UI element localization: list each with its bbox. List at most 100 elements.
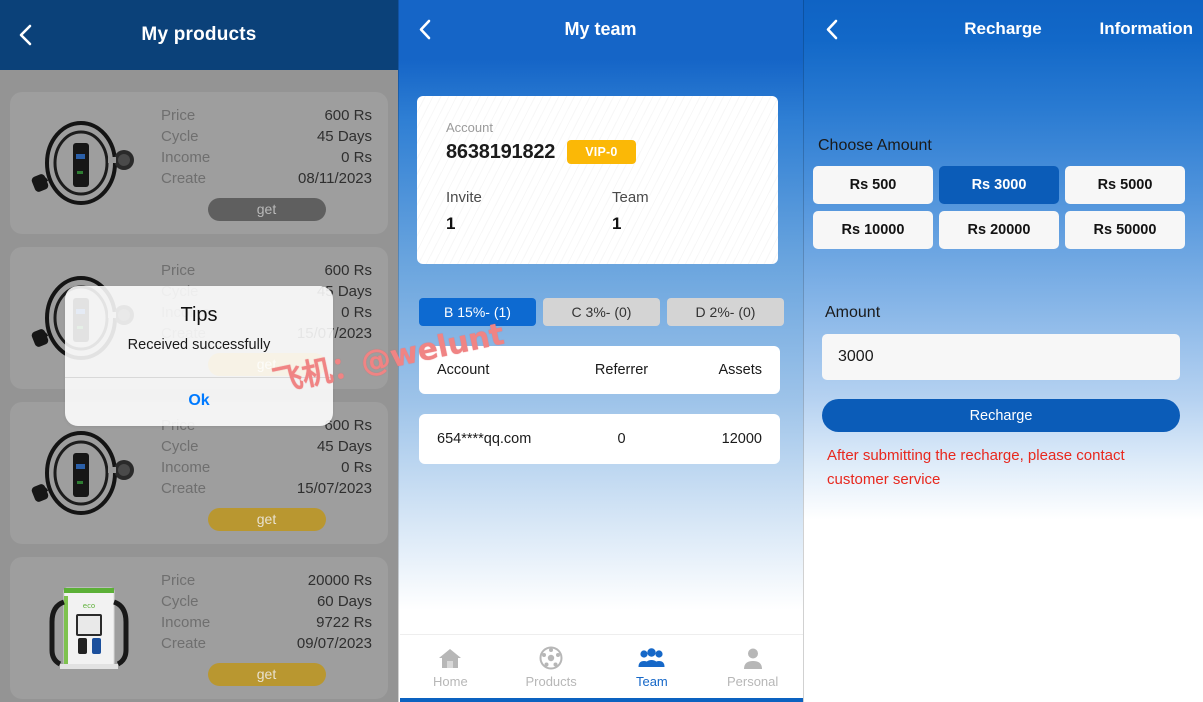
income-label: Income [161, 459, 211, 476]
create-value: 09/07/2023 [296, 635, 372, 652]
invite-stat: Invite 1 [446, 189, 612, 234]
price-value: 600 Rs [324, 262, 372, 279]
product-card[interactable]: eco Price 20000 Rs Cycle 60 Days Income [10, 557, 388, 699]
tab-personal[interactable]: Personal [702, 644, 803, 689]
recharge-button[interactable]: Recharge [822, 399, 1180, 432]
account-number: 8638191822 [446, 140, 556, 163]
cycle-label: Cycle [161, 593, 199, 610]
get-button[interactable]: get [207, 663, 326, 686]
amount-input[interactable] [822, 334, 1180, 380]
three-phone-screens: My products Price 600 Rs Cycle 45 Days I… [0, 0, 1203, 702]
dialog-message: Received successfully [127, 337, 271, 353]
amount-option-10000[interactable]: Rs 10000 [813, 211, 933, 249]
bottom-tabbar[interactable]: Home Products Team Personal [400, 634, 803, 702]
account-summary-card: Account 8638191822 VIP-0 Invite 1 Team 1 [417, 96, 778, 264]
column-header-account: Account [437, 362, 490, 378]
home-icon [400, 644, 501, 672]
recharge-warning-note: After submitting the recharge, please co… [827, 447, 1125, 488]
cell-referrer: 0 [617, 431, 626, 447]
account-label: Account [446, 120, 493, 135]
tab-level-c[interactable]: C 3%- (0) [543, 298, 660, 326]
amount-option-5000[interactable]: Rs 5000 [1065, 166, 1185, 204]
invite-label: Invite [446, 189, 482, 206]
product-details: Price 20000 Rs Cycle 60 Days Income 9722… [161, 570, 374, 686]
amount-label: Amount [825, 304, 881, 321]
panel-divider-2 [803, 0, 804, 702]
product-details: Price 600 Rs Cycle 45 Days Income 0 Rs C… [161, 415, 374, 531]
cycle-value: 45 Days [316, 128, 372, 145]
amount-option-3000[interactable]: Rs 3000 [939, 166, 1059, 204]
tab-home-label: Home [433, 674, 468, 689]
amount-option-500[interactable]: Rs 500 [813, 166, 933, 204]
page-title: My team [564, 18, 637, 39]
get-button[interactable]: get [207, 198, 326, 221]
price-label: Price [161, 262, 196, 279]
page-title: My products [141, 24, 257, 45]
price-label: Price [161, 572, 196, 589]
vip-badge: VIP-0 [567, 140, 636, 164]
income-value: 0 Rs [341, 459, 372, 476]
commission-level-tabs[interactable]: B 15%- (1) C 3%- (0) D 2%- (0) [419, 298, 784, 326]
cell-account: 654****qq.com [437, 431, 532, 447]
column-header-assets: Assets [718, 362, 762, 378]
create-label: Create [161, 480, 207, 497]
price-value: 20000 Rs [307, 572, 372, 589]
price-label: Price [161, 107, 196, 124]
table-row[interactable]: 654****qq.com 0 12000 [419, 414, 780, 464]
product-create-row: Create 15/07/2023 [161, 478, 372, 499]
product-create-row: Create 09/07/2023 [161, 633, 372, 654]
product-price-row: Price 600 Rs [161, 105, 372, 126]
tab-products[interactable]: Products [501, 644, 602, 689]
product-income-row: Income 9722 Rs [161, 612, 372, 633]
tab-home[interactable]: Home [400, 644, 501, 689]
ev-charging-station-image: eco [16, 564, 161, 692]
product-details: Price 600 Rs Cycle 45 Days Income 0 Rs C… [161, 105, 374, 221]
create-value: 15/07/2023 [296, 480, 372, 497]
create-value: 08/11/2023 [298, 170, 372, 187]
product-card[interactable]: Price 600 Rs Cycle 45 Days Income 0 Rs C… [10, 92, 388, 234]
svg-text:eco: eco [82, 602, 94, 610]
dialog-ok-button[interactable]: Ok [65, 378, 333, 426]
product-income-row: Income 0 Rs [161, 457, 372, 478]
cycle-value: 45 Days [316, 438, 372, 455]
soccer-ball-icon [501, 644, 602, 672]
income-label: Income [161, 614, 211, 631]
column-header-referrer: Referrer [594, 362, 649, 378]
team-stat: Team 1 [612, 189, 778, 234]
tab-level-d[interactable]: D 2%- (0) [667, 298, 784, 326]
cycle-label: Cycle [161, 438, 199, 455]
income-label: Income [161, 149, 211, 166]
tab-products-label: Products [525, 674, 577, 689]
cycle-value: 60 Days [316, 593, 372, 610]
ev-portable-charger-image [16, 99, 161, 227]
team-header: My team [398, 0, 803, 58]
product-income-row: Income 0 Rs [161, 147, 372, 168]
get-button[interactable]: get [207, 508, 326, 531]
tab-team-label: Team [635, 674, 668, 689]
product-price-row: Price 20000 Rs [161, 570, 372, 591]
information-link[interactable]: Information [1100, 0, 1194, 58]
tips-dialog[interactable]: Tips Received successfully Ok [65, 286, 333, 426]
person-icon [702, 644, 803, 672]
income-value: 0 Rs [341, 304, 372, 321]
choose-amount-label: Choose Amount [818, 137, 932, 154]
product-cycle-row: Cycle 60 Days [161, 591, 372, 612]
tab-personal-label: Personal [726, 674, 779, 689]
amount-options-grid[interactable]: Rs 500 Rs 3000 Rs 5000 Rs 10000 Rs 20000… [813, 166, 1187, 249]
tab-level-b[interactable]: B 15%- (1) [419, 298, 536, 326]
invite-value: 1 [446, 214, 456, 233]
people-icon [602, 644, 703, 672]
team-value: 1 [612, 214, 622, 233]
product-price-row: Price 600 Rs [161, 260, 372, 281]
product-cycle-row: Cycle 45 Days [161, 126, 372, 147]
dialog-title: Tips [180, 304, 218, 326]
products-header: My products [0, 0, 398, 70]
amount-option-20000[interactable]: Rs 20000 [939, 211, 1059, 249]
recharge-header: Recharge Information [803, 0, 1203, 58]
income-value: 9722 Rs [316, 614, 372, 631]
tab-team[interactable]: Team [602, 644, 703, 689]
create-label: Create [161, 635, 207, 652]
my-products-screen: My products Price 600 Rs Cycle 45 Days I… [0, 0, 398, 702]
amount-option-50000[interactable]: Rs 50000 [1065, 211, 1185, 249]
ev-portable-charger-image [16, 409, 161, 537]
